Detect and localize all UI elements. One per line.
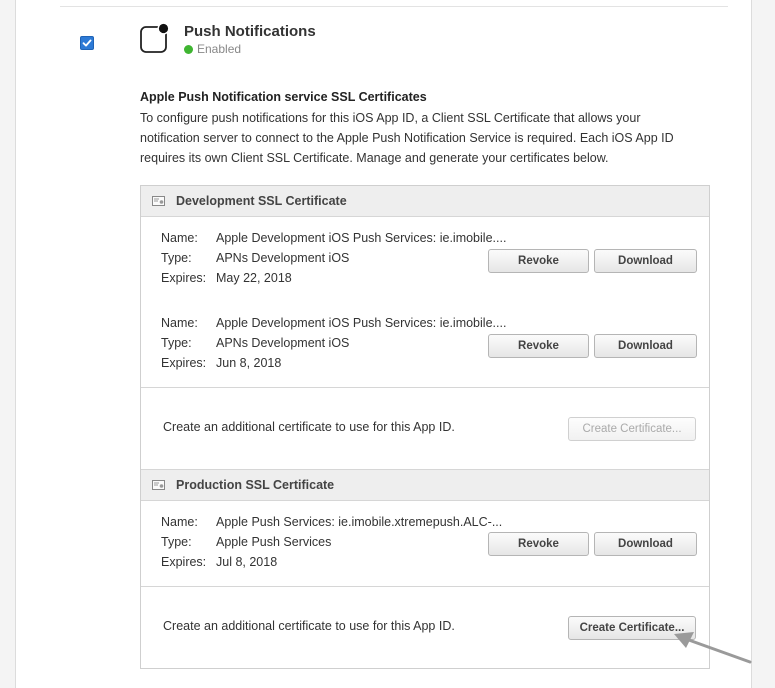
certificate-type-row: Type: APNs Development iOS [161,251,349,265]
create-additional-text: Create an additional certificate to use … [163,420,455,434]
push-notifications-checkbox[interactable] [80,36,94,50]
type-label: Type: [161,251,192,265]
create-additional-text: Create an additional certificate to use … [163,619,455,633]
section-description: To configure push notifications for this… [140,111,674,165]
divider [141,586,709,587]
push-notification-icon [140,22,170,53]
divider [141,387,709,388]
status-text: Enabled [197,42,242,56]
name-label: Name: [161,316,198,330]
certificate-name: Apple Development iOS Push Services: ie.… [216,231,507,245]
type-label: Type: [161,535,192,549]
checkmark-icon [82,39,92,47]
name-label: Name: [161,231,198,245]
certificate-type-row: Type: APNs Development iOS [161,336,349,350]
development-ssl-header: Development SSL Certificate [141,186,709,217]
revoke-button[interactable]: Revoke [488,249,589,273]
section-heading: Apple Push Notification service SSL Cert… [140,90,427,104]
certificate-name-row: Name: Apple Development iOS Push Services… [161,316,506,330]
development-ssl-title: Development SSL Certificate [176,194,347,208]
certificate-type: APNs Development iOS [216,336,350,350]
certificate-name: Apple Push Services: ie.imobile.xtremepu… [216,515,503,529]
certificate-entry: Name: Apple Push Services: ie.imobile.xtr… [161,515,701,577]
create-certificate-button-development[interactable]: Create Certificate... [568,417,696,441]
production-ssl-title: Production SSL Certificate [176,478,335,492]
certificate-expires-row: Expires: Jul 8, 2018 [161,555,277,569]
download-button[interactable]: Download [594,334,697,358]
expires-label: Expires: [161,356,207,370]
status-dot [184,45,193,54]
certificate-entry: Name: Apple Development iOS Push Services… [161,231,701,293]
pointer-arrow-icon [674,632,752,664]
certificate-expires: Jul 8, 2018 [216,555,278,569]
download-button[interactable]: Download [594,249,697,273]
status-badge: Enabled [184,42,241,56]
certificate-name-row: Name: Apple Development iOS Push Services… [161,231,506,245]
revoke-button[interactable]: Revoke [488,532,589,556]
certificate-icon [152,480,165,490]
certificate-entry: Name: Apple Development iOS Push Services… [161,316,701,378]
certificate-name: Apple Development iOS Push Services: ie.… [216,316,507,330]
certificate-expires: Jun 8, 2018 [216,356,282,370]
feature-title: Push Notifications [184,23,316,40]
certificate-icon [152,196,165,206]
certificate-name-row: Name: Apple Push Services: ie.imobile.xtr… [161,515,502,529]
expires-label: Expires: [161,555,207,569]
production-ssl-header: Production SSL Certificate [141,469,709,501]
certificate-expires: May 22, 2018 [216,271,292,285]
certificates-panel: Development SSL Certificate Name: Apple D… [140,185,710,669]
revoke-button[interactable]: Revoke [488,334,589,358]
expires-label: Expires: [161,271,207,285]
name-label: Name: [161,515,198,529]
certificate-type: APNs Development iOS [216,251,350,265]
certificate-type: Apple Push Services [216,535,332,549]
certificate-type-row: Type: Apple Push Services [161,535,331,549]
type-label: Type: [161,336,192,350]
top-divider [60,6,728,7]
certificate-expires-row: Expires: Jun 8, 2018 [161,356,281,370]
download-button[interactable]: Download [594,532,697,556]
certificate-expires-row: Expires: May 22, 2018 [161,271,292,285]
